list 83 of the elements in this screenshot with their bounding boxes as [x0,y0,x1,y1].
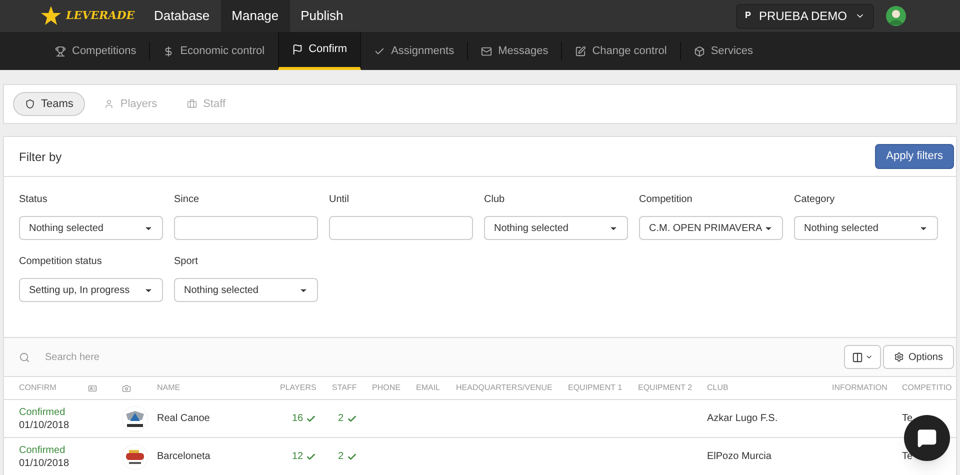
user-icon [104,99,114,109]
players-count: 12 [292,450,304,464]
sub-nav-tab[interactable]: Competitions [42,32,150,70]
search-icon [19,352,30,363]
column-header: PLAYERS [280,383,316,392]
camera-icon [122,384,131,392]
check-icon [346,452,357,462]
players-count: 16 [292,412,304,426]
column-header: CONFIRM [19,383,56,392]
sub-nav-tab[interactable]: Assignments [361,32,468,70]
gear-icon [894,352,904,362]
select-field[interactable]: Nothing selected [174,278,318,302]
type-tab[interactable]: Teams [13,92,86,116]
flag-icon [292,44,303,55]
competition-name: Te [902,412,913,426]
star-logo-icon [40,6,62,26]
edit-icon [575,46,586,56]
filter-label: Competition status [19,255,103,269]
date-field[interactable] [329,216,473,240]
column-header: COMPETITIO [902,383,952,392]
nav-tab[interactable]: Publish [290,0,354,32]
column-header: PHONE [372,383,400,392]
select-field[interactable]: Nothing selected [484,216,628,240]
status-text: Confirmed [19,444,66,456]
team-name: Real Canoe [157,412,210,426]
columns-button[interactable] [844,345,881,369]
check-icon [346,414,357,424]
logo-text: LEVERADE [66,8,135,24]
select-field[interactable]: Nothing selected [19,216,163,240]
competition-name: Te [902,450,913,464]
avatar[interactable] [886,6,906,26]
nav-tab[interactable]: Database [143,0,221,32]
search-field[interactable]: Search here [4,338,844,376]
staff-count: 2 [338,450,344,464]
club-name: ElPozo Murcia [707,450,772,464]
sub-nav-tab[interactable]: Change control [562,32,680,70]
sub-nav-tab[interactable]: Confirm [278,32,362,70]
column-header: CLUB [707,383,728,392]
column-header: EQUIPMENT 1 [568,383,622,392]
dollar-icon [163,46,174,56]
apply-filters-button[interactable]: Apply filters [875,144,954,169]
staff-count: 2 [338,412,344,426]
id-card-icon [88,384,97,392]
filter-label: Category [794,193,836,207]
check-icon [306,414,316,424]
filter-label: Until [329,193,350,207]
column-header: STAFF [332,383,357,392]
options-button[interactable]: Options [882,345,954,369]
club-name: Azkar Lugo F.S. [707,412,778,426]
column-header: INFORMATION [832,383,888,392]
shield-icon [25,99,35,109]
briefcase-icon [187,99,198,109]
sub-nav-tab[interactable]: Messages [468,32,562,70]
chat-icon [917,428,937,448]
team-name: Barceloneta [157,450,210,464]
filter-label: Since [174,193,200,207]
column-header: NAME [157,383,180,392]
date-field[interactable] [174,216,318,240]
columns-icon [852,352,863,362]
filter-label: Competition [639,193,694,207]
column-header: HEADQUARTERS/VENUE [456,383,552,392]
check-icon [306,452,316,462]
filter-label: Sport [174,255,199,269]
date-text: 01/10/2018 [19,456,70,470]
column-header: EMAIL [416,383,440,392]
cube-icon [694,46,705,56]
select-field[interactable]: Nothing selected [794,216,938,240]
caret-icon [864,353,873,361]
select-field[interactable]: C.M. OPEN PRIMAVERA [639,216,783,240]
sub-nav-tab[interactable]: Economic control [150,32,278,70]
sub-nav-tab[interactable]: Services [680,32,766,70]
filter-label: Status [19,193,48,207]
trophy-icon [55,46,66,56]
status-text: Confirmed [19,406,66,418]
check-icon [374,46,386,56]
filter-title: Filter by [19,148,62,166]
column-header: EQUIPMENT 2 [638,383,692,392]
filter-label: Club [484,193,506,207]
date-text: 01/10/2018 [19,418,70,432]
account-menu[interactable]: P PRUEBA DEMO [736,4,874,28]
envelope-icon [481,46,492,56]
select-field[interactable]: Setting up, In progress [19,278,163,302]
nav-tab[interactable]: Manage [220,0,290,32]
